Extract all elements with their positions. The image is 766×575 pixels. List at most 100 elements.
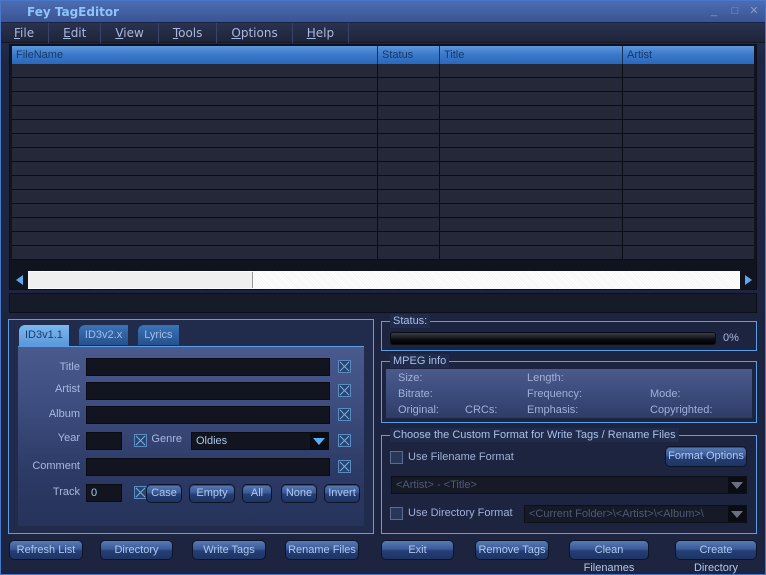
menu-file[interactable]: File: [1, 23, 50, 43]
bitrate-label: Bitrate:: [398, 388, 433, 400]
list-cell: [440, 120, 623, 133]
list-cell: [378, 190, 440, 203]
list-row[interactable]: [12, 218, 754, 232]
window-title: Fey TagEditor: [27, 5, 119, 19]
write-tags-button[interactable]: Write Tags: [192, 540, 266, 560]
list-row[interactable]: [12, 148, 754, 162]
list-cell: [623, 148, 754, 161]
list-row[interactable]: [12, 78, 754, 92]
remove-tags-button[interactable]: Remove Tags: [475, 540, 549, 560]
dropdown-arrow-icon[interactable]: [728, 477, 746, 493]
exit-button[interactable]: Exit: [381, 540, 454, 560]
list-row[interactable]: [12, 246, 754, 260]
year-input[interactable]: [86, 432, 122, 450]
menu-view[interactable]: View: [101, 23, 159, 43]
clear-album-icon[interactable]: [338, 408, 351, 421]
list-cell: [440, 134, 623, 147]
list-cell: [378, 204, 440, 217]
close-button[interactable]: ✕: [747, 4, 761, 18]
list-row[interactable]: [12, 64, 754, 78]
invert-button[interactable]: Invert: [324, 484, 360, 503]
column-header-artist[interactable]: Artist: [623, 46, 754, 64]
track-input[interactable]: 0: [86, 484, 122, 502]
list-row[interactable]: [12, 120, 754, 134]
mpeg-info-panel: Size: Length: Bitrate: Frequency: Mode: …: [386, 369, 752, 418]
title-input[interactable]: [86, 358, 330, 376]
dropdown-arrow-icon[interactable]: [310, 433, 328, 449]
list-row[interactable]: [12, 162, 754, 176]
list-cell: [623, 204, 754, 217]
empty-button[interactable]: Empty: [189, 484, 235, 503]
use-directory-format-checkbox[interactable]: [390, 507, 403, 520]
clear-title-icon[interactable]: [338, 360, 351, 373]
clear-genre-icon[interactable]: [338, 434, 351, 447]
list-cell: [378, 148, 440, 161]
list-cell: [440, 148, 623, 161]
create-directory-button[interactable]: Create Directory: [675, 540, 757, 574]
list-cell: [378, 232, 440, 245]
tag-tabs: ID3v1.1 ID3v2.x Lyrics: [19, 325, 189, 347]
rename-files-button[interactable]: Rename Files: [285, 540, 359, 560]
clear-comment-icon[interactable]: [338, 460, 351, 473]
list-cell: [12, 78, 378, 91]
length-label: Length:: [527, 372, 564, 384]
column-header-filename[interactable]: FileName: [12, 46, 378, 64]
list-cell: [623, 64, 754, 77]
list-cell: [623, 190, 754, 203]
case-button[interactable]: Case: [146, 484, 182, 503]
directory-format-select[interactable]: <Current Folder>\<Artist>\<Album>\: [524, 505, 747, 523]
list-cell: [12, 204, 378, 217]
list-row[interactable]: [12, 106, 754, 120]
clean-filenames-button[interactable]: Clean Filenames: [569, 540, 649, 574]
menu-bar: File Edit View Tools Options Help: [1, 23, 765, 43]
scroll-left-button[interactable]: [12, 271, 28, 289]
list-cell: [12, 246, 378, 259]
list-row[interactable]: [12, 134, 754, 148]
emphasis-label: Emphasis:: [527, 404, 579, 416]
album-input[interactable]: [86, 406, 330, 424]
list-cell: [12, 176, 378, 189]
file-list[interactable]: FileName Status Title Artist: [9, 44, 757, 290]
artist-input[interactable]: [86, 382, 330, 400]
use-filename-format-label[interactable]: Use Filename Format: [408, 451, 514, 463]
column-header-title[interactable]: Title: [440, 46, 623, 64]
status-legend: Status:: [390, 314, 431, 328]
horizontal-scrollbar[interactable]: [12, 271, 756, 289]
use-directory-format-label[interactable]: Use Directory Format: [408, 507, 513, 519]
list-cell: [12, 148, 378, 161]
menu-edit[interactable]: Edit: [49, 23, 102, 43]
use-filename-format-checkbox[interactable]: [390, 451, 403, 464]
directory-button[interactable]: Directory: [100, 540, 173, 560]
file-list-header: FileName Status Title Artist: [12, 46, 754, 64]
column-header-status[interactable]: Status: [378, 46, 440, 64]
list-row[interactable]: [12, 232, 754, 246]
tab-lyrics[interactable]: Lyrics: [138, 325, 179, 345]
crcs-label: CRCs:: [465, 404, 498, 416]
dropdown-arrow-icon[interactable]: [728, 506, 746, 522]
clear-artist-icon[interactable]: [338, 384, 351, 397]
none-button[interactable]: None: [281, 484, 317, 503]
tab-id3v1[interactable]: ID3v1.1: [19, 325, 69, 347]
list-row[interactable]: [12, 204, 754, 218]
scrollbar-thumb[interactable]: [28, 272, 253, 288]
maximize-button[interactable]: □: [728, 4, 742, 18]
list-row[interactable]: [12, 190, 754, 204]
menu-tools[interactable]: Tools: [159, 23, 218, 43]
list-row[interactable]: [12, 92, 754, 106]
all-button[interactable]: All: [242, 484, 272, 503]
frequency-label: Frequency:: [527, 388, 583, 400]
menu-help[interactable]: Help: [293, 23, 350, 43]
menu-options[interactable]: Options: [217, 23, 293, 43]
refresh-list-button[interactable]: Refresh List: [9, 540, 83, 560]
minimize-button[interactable]: _: [707, 4, 721, 18]
list-row[interactable]: [12, 176, 754, 190]
tab-id3v2[interactable]: ID3v2.x: [78, 325, 129, 345]
scroll-right-button[interactable]: [740, 271, 756, 289]
format-options-button[interactable]: Format Options: [665, 446, 747, 467]
file-list-body[interactable]: [12, 64, 754, 271]
comment-input[interactable]: [86, 458, 330, 476]
genre-select[interactable]: Oldies: [191, 432, 329, 450]
artist-label: Artist: [54, 383, 80, 395]
filename-format-select[interactable]: <Artist> - <Title>: [391, 476, 747, 494]
list-cell: [12, 92, 378, 105]
